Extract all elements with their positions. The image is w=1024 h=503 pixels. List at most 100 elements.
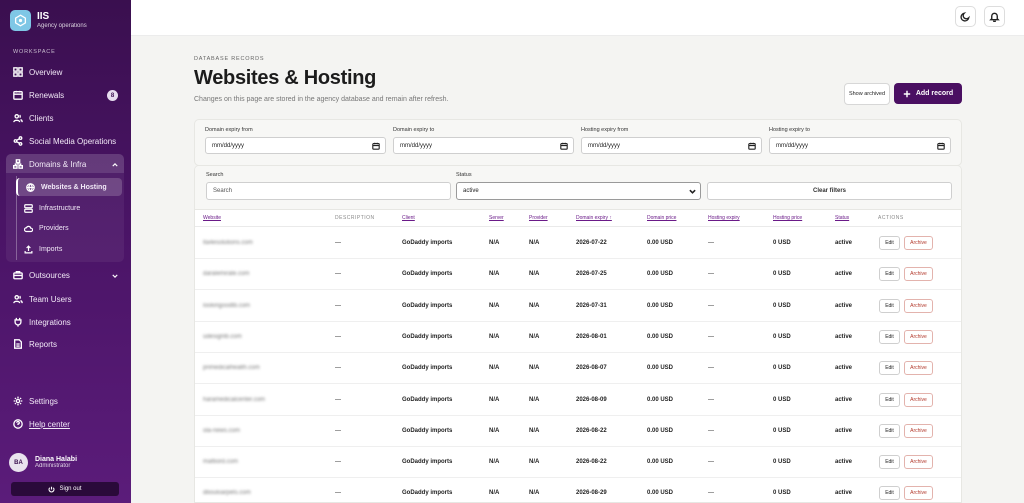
archive-button[interactable]: Archive [904,236,933,250]
sidebar-item-settings[interactable]: Settings [13,394,123,408]
sidebar-item-integrations[interactable]: Integrations [13,315,123,329]
show-archived-button[interactable]: Show archived [844,83,890,105]
cell-website[interactable]: haramedicalcenter.com [203,397,265,403]
archive-button[interactable]: Archive [904,392,933,407]
archive-button[interactable]: Archive [904,361,933,376]
status-select[interactable]: active [456,182,701,200]
column-header-domain-price[interactable]: Domain price [647,215,676,221]
archive-button[interactable]: Archive [904,455,933,470]
sidebar-item-domains-infra[interactable]: Domains & Infra [13,157,123,171]
cell-website[interactable]: lta4esolutions.com [203,240,253,246]
sidebar-item-clients[interactable]: Clients [13,111,123,125]
cell-hosting-price: 0 USD [773,490,791,497]
column-header-provider[interactable]: Provider [529,215,548,221]
cell-website[interactable]: dbouloarpets.com [203,490,251,496]
edit-button[interactable]: Edit [879,329,900,344]
search-filter-bar: Search Search Status active Clear filter… [195,166,961,210]
sidebar-item-help-center[interactable]: Help center [13,417,123,431]
edit-button[interactable]: Edit [879,392,900,407]
sidebar-subitem-websites-hosting[interactable]: Websites & Hosting [16,178,122,196]
sidebar-item-label: Clients [29,113,54,123]
add-record-button[interactable]: Add record [894,83,962,104]
column-header-hosting-expiry[interactable]: Hosting expiry [708,215,740,221]
sidebar-subitem-imports[interactable]: Imports [16,240,122,258]
theme-toggle-button[interactable] [955,6,976,27]
cell-website[interactable]: mafbord.com [203,459,238,465]
brand[interactable]: IIS Agency operations [10,10,87,31]
cell-website[interactable]: lookingoodtb.com [203,303,250,309]
archive-button[interactable]: Archive [904,486,933,501]
sidebar-item-social-media[interactable]: Social Media Operations [13,134,123,148]
cell-website[interactable]: ola-news.com [203,428,240,434]
edit-button[interactable]: Edit [879,236,900,250]
calendar-icon[interactable] [748,142,756,150]
records-table-panel: Search Search Status active Clear filter… [194,165,962,503]
calendar-icon[interactable] [560,142,568,150]
chevron-down-icon[interactable] [112,272,118,278]
sidebar-item-team-users[interactable]: Team Users [13,292,123,306]
edit-button[interactable]: Edit [879,455,900,470]
cell-server: N/A [489,365,500,372]
sidebar-subitem-infrastructure[interactable]: Infrastructure [16,199,122,217]
search-input[interactable]: Search [206,182,451,200]
hosting-expiry-to-input[interactable]: mm/dd/yyyy [769,137,951,154]
archive-button[interactable]: Archive [904,298,933,313]
help-icon [13,419,23,429]
cell-client: GoDaddy imports [402,271,453,278]
cell-description: — [335,271,341,278]
user-profile[interactable]: BA Diana Halabi Administrator [9,453,77,472]
archive-button[interactable]: Archive [904,423,933,438]
cell-provider: N/A [529,396,540,403]
table-row: udesignlb.com — GoDaddy imports N/A N/A 2026-… [195,322,961,353]
cell-status: active [835,490,853,497]
sidebar-subitem-providers[interactable]: Providers [16,219,122,237]
sidebar-item-outsources[interactable]: Outsources [13,268,123,282]
search-label: Search [206,172,224,178]
notifications-button[interactable] [984,6,1005,27]
edit-button[interactable]: Edit [879,361,900,376]
archive-button[interactable]: Archive [904,329,933,344]
column-header-hosting-price[interactable]: Hosting price [773,215,802,221]
cell-description: — [335,459,341,466]
domain-expiry-to-input[interactable]: mm/dd/yyyy [393,137,574,154]
calendar-icon[interactable] [372,142,380,150]
cell-website[interactable]: daralemirate.com [203,271,249,277]
cell-domain-price: 0.00 USD [647,240,674,246]
cell-hosting-price: 0 USD [773,396,791,403]
renewals-badge: 8 [107,90,118,101]
column-header-website[interactable]: Website [203,215,221,221]
column-header-server[interactable]: Server [489,215,504,221]
sidebar-item-overview[interactable]: Overview [13,65,123,79]
calendar-icon[interactable] [937,142,945,150]
edit-button[interactable]: Edit [879,298,900,313]
clear-filters-button[interactable]: Clear filters [707,182,952,200]
column-header-client[interactable]: Client [402,215,415,221]
sign-out-button[interactable]: Sign out [11,482,119,496]
archive-button[interactable]: Archive [904,267,933,282]
cell-website[interactable]: udesignlb.com [203,334,242,340]
grid-icon [13,67,23,77]
edit-button[interactable]: Edit [879,267,900,282]
hosting-expiry-from-input[interactable]: mm/dd/yyyy [581,137,762,154]
edit-button[interactable]: Edit [879,486,900,501]
cell-website[interactable]: primedicalhealth.com [203,365,260,371]
chevron-up-icon[interactable] [112,161,118,167]
column-header-domain-expiry[interactable]: Domain expiry ↑ [576,215,612,221]
cell-provider: N/A [529,240,540,246]
help-center-link[interactable]: Help center [29,420,70,429]
domain-expiry-from-input[interactable]: mm/dd/yyyy [205,137,386,154]
sidebar-item-label: Overview [29,67,63,77]
brand-title: IIS [37,11,50,22]
cell-domain-expiry: 2026-08-07 [576,365,607,372]
sidebar-item-renewals[interactable]: Renewals 8 [13,88,123,102]
cell-domain-price: 0.00 USD [647,365,674,372]
cell-client: GoDaddy imports [402,333,453,340]
cell-domain-price: 0.00 USD [647,271,674,278]
column-header-status[interactable]: Status [835,215,849,221]
table-row: lta4esolutions.com — GoDaddy imports N/A N/A… [195,228,961,259]
cell-status: active [835,459,853,466]
cell-client: GoDaddy imports [402,396,453,403]
edit-button[interactable]: Edit [879,423,900,438]
sidebar-item-reports[interactable]: Reports [13,337,123,351]
sidebar: IIS Agency operations WORKSPACE Overview… [0,0,131,503]
